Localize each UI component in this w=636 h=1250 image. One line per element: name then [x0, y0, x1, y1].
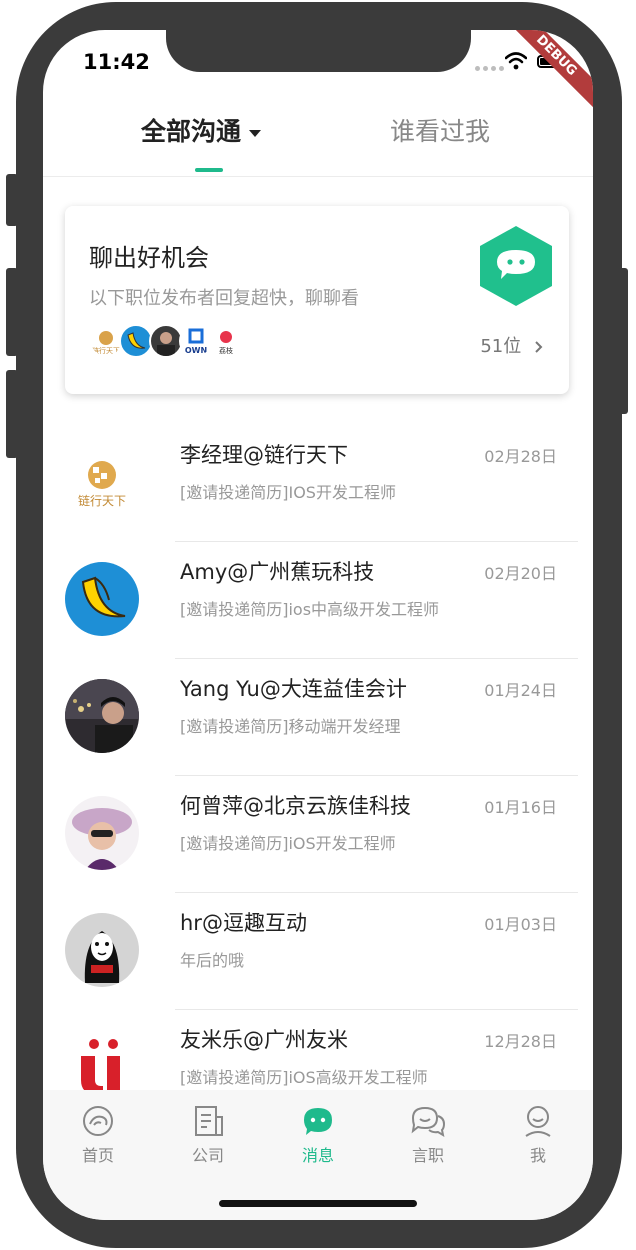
conversation-row[interactable]: 何曾萍@北京云族佳科技 01月16日 [邀请投递简历]iOS开发工程师 [43, 776, 593, 893]
conversation-name: Amy@广州蕉玩科技 [180, 560, 375, 584]
promo-subtitle: 以下职位发布者回复超快，聊聊看 [89, 288, 359, 309]
conversation-row[interactable]: 链行天下 李经理@链行天下 02月28日 [邀请投递简历]IOS开发工程师 [43, 425, 593, 542]
conversation-name: 友米乐@广州友米 [180, 1028, 348, 1052]
chat-bubble-hexagon-icon [480, 226, 552, 306]
home-indicator[interactable] [219, 1200, 417, 1207]
conversation-date: 01月03日 [484, 915, 557, 934]
status-time: 11:42 [83, 50, 150, 74]
promo-count-label: 51位 [480, 336, 522, 357]
company-logo-own: OWN [179, 324, 213, 358]
company-logo-lianxing: 链行天下 [89, 324, 123, 358]
tab-profile[interactable]: 我 [498, 1104, 578, 1166]
home-icon [83, 1106, 113, 1136]
tab-all-conversations[interactable]: 全部沟通 [141, 112, 262, 148]
tab-home-label: 首页 [81, 1146, 114, 1165]
company-logo-yangyu [149, 324, 183, 358]
company-logo-lizhi: 荔枝 [209, 324, 243, 358]
conversation-message: [邀请投递简历]iOS开发工程师 [180, 834, 396, 853]
avatar-lianxing-text: 链行天下 [78, 493, 126, 508]
promo-title: 聊出好机会 [89, 244, 209, 272]
promo-card[interactable]: 聊出好机会 以下职位发布者回复超快，聊聊看 链行天下 OWN 荔枝 51位 [65, 206, 569, 394]
conversation-date: 02月20日 [484, 564, 557, 583]
avatar-hezengping [65, 796, 139, 870]
tab-messages-label: 消息 [301, 1146, 334, 1165]
conversation-row[interactable]: Yang Yu@大连益佳会计 01月24日 [邀请投递简历]移动端开发经理 [43, 659, 593, 776]
app-screen: 11:42 DEBUG 全部沟通 谁看过我 聊出好机会 以下职位发布者回复超快，… [43, 30, 593, 1220]
avatar-lianxing: 链行天下 [65, 445, 139, 519]
tab-all-label: 全部沟通 [141, 117, 242, 146]
tab-messages[interactable]: 消息 [278, 1104, 358, 1166]
avatar-yangyu [65, 679, 139, 753]
active-tab-indicator [195, 168, 223, 172]
tab-home[interactable]: 首页 [58, 1104, 138, 1166]
company-logo-lianxing-text: 链行天下 [92, 346, 120, 355]
conversation-name: hr@逗趣互动 [180, 911, 307, 935]
discussion-icon [411, 1106, 446, 1138]
conversation-name: 李经理@链行天下 [180, 443, 348, 467]
conversation-row[interactable]: Amy@广州蕉玩科技 02月20日 [邀请投递简历]ios中高级开发工程师 [43, 542, 593, 659]
conversation-row[interactable]: hr@逗趣互动 01月03日 年后的哦 [43, 893, 593, 1010]
conversation-name: 何曾萍@北京云族佳科技 [180, 794, 411, 818]
tab-discussion[interactable]: 言职 [388, 1104, 468, 1166]
tab-company-label: 公司 [191, 1146, 224, 1165]
tab-who-viewed-me[interactable]: 谁看过我 [390, 112, 490, 148]
promo-company-logos: 链行天下 OWN 荔枝 [89, 324, 249, 360]
conversation-message: [邀请投递简历]IOS开发工程师 [180, 483, 396, 502]
chevron-right-icon [535, 341, 543, 353]
dropdown-caret-icon [249, 129, 262, 137]
avatar-douqu [65, 913, 139, 987]
company-logo-banana [119, 324, 153, 358]
promo-count[interactable]: 51位 [480, 332, 545, 358]
avatar-banana [65, 562, 139, 636]
conversation-date: 01月24日 [484, 681, 557, 700]
conversation-message: [邀请投递简历]ios中高级开发工程师 [180, 600, 440, 619]
company-icon [195, 1106, 223, 1136]
conversation-message: 年后的哦 [180, 951, 245, 970]
conversation-date: 12月28日 [484, 1032, 557, 1051]
notch [166, 30, 471, 72]
conversation-message: [邀请投递简历]移动端开发经理 [180, 717, 401, 736]
conversation-name: Yang Yu@大连益佳会计 [180, 677, 407, 701]
tab-profile-label: 我 [529, 1146, 546, 1165]
profile-icon [525, 1106, 551, 1137]
company-logo-own-text: OWN [185, 346, 207, 355]
tab-company[interactable]: 公司 [168, 1104, 248, 1166]
top-tabs: 全部沟通 谁看过我 [43, 108, 593, 177]
wifi-icon [505, 52, 527, 70]
message-icon [304, 1108, 332, 1135]
signal-icon [475, 66, 504, 71]
conversation-date: 02月28日 [484, 447, 557, 466]
company-logo-lizhi-text: 荔枝 [219, 346, 233, 355]
tab-discussion-label: 言职 [411, 1146, 444, 1165]
conversation-date: 01月16日 [484, 798, 557, 817]
conversation-message: [邀请投递简历]iOS高级开发工程师 [180, 1068, 428, 1087]
